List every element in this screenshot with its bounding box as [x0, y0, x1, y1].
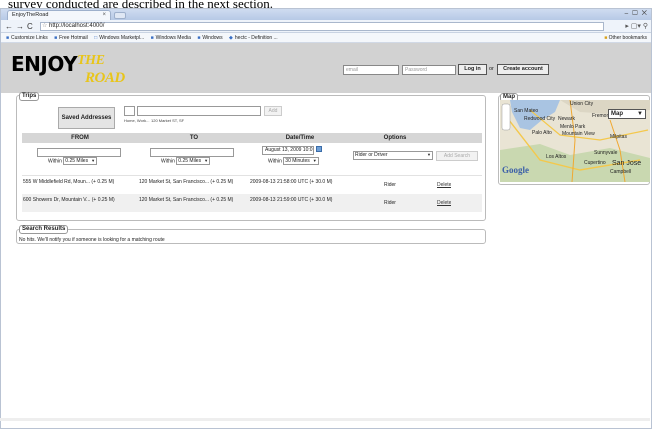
column-from: FROM [71, 135, 89, 141]
no-hits-message: No hits. We'll notify you if someone is … [19, 237, 165, 243]
map-label: Cupertino [584, 160, 606, 166]
tab-title: EnjoyTheRoad [12, 12, 49, 18]
login-button[interactable]: Log in [458, 64, 487, 75]
bookmark-item[interactable]: ■ Free Hotmail [54, 33, 88, 43]
bookmark-icon: ■ [150, 35, 154, 41]
map-label: Milpitas [610, 134, 627, 140]
map-label: Campbell [610, 169, 632, 175]
trip-column-header: FROM TO Date/Time Options [22, 133, 482, 143]
role-option: Rider or Driver [353, 151, 433, 160]
row-to: 120 Market St, San Francisco... (+ 0.25 … [139, 179, 234, 185]
email-field[interactable]: email [343, 65, 399, 75]
column-to: TO [189, 135, 199, 141]
map-type-select[interactable]: Map ▼ [608, 109, 646, 119]
to-radius: Within 0.25 Miles [161, 157, 211, 165]
table-row: 600 Showers Dr, Mountain V... (+ 0.25 M)… [22, 194, 482, 212]
map-label: Sunnyvale [594, 150, 618, 156]
bookmark-item[interactable]: □ Windows Marketpl... [94, 33, 144, 43]
add-search-button[interactable]: Add Search [436, 151, 478, 161]
bookmarks-bar: ■ Customize Links ■ Free Hotmail □ Windows … [1, 33, 651, 43]
nav-bar: ← → C ☆ http://localhost:4000/ ▸ ▢▾ ⚲ [1, 20, 651, 33]
logo[interactable]: ENJOYTHE ROAD [11, 53, 125, 86]
map-label: Newark [558, 116, 575, 122]
bookmark-icon: ◆ [229, 35, 233, 41]
forward-icon[interactable]: → [16, 22, 24, 31]
app-header: ENJOYTHE ROAD email Password Log in or Cr… [1, 43, 651, 93]
map-label: Redwood City [524, 116, 556, 122]
datetime-input[interactable]: August 13, 2009 10:0 [262, 146, 314, 155]
address-hint: 120 Market ST, SF [151, 118, 185, 123]
trips-legend: Trips [19, 92, 40, 101]
bookmark-item[interactable]: ■ Windows [197, 33, 222, 43]
row-role: Rider [384, 182, 396, 188]
google-logo: Google [502, 165, 529, 175]
window-controls[interactable]: ⎯ ▢ ✕ [625, 10, 648, 18]
map-label: San Jose [612, 160, 642, 167]
row-from: 555 W Middlefield Rd, Moun... (+ 0.25 M) [23, 179, 115, 185]
reload-icon[interactable]: C [27, 22, 33, 31]
browser-tab[interactable]: EnjoyTheRoad × [7, 10, 111, 20]
column-options: Options [383, 135, 407, 141]
from-input[interactable] [37, 148, 121, 157]
delete-link[interactable]: Delete [437, 200, 451, 206]
from-radius: Within 0.25 Miles [48, 157, 98, 165]
column-datetime: Date/Time [285, 135, 315, 141]
map-label: Menlo Park [560, 124, 586, 130]
row-datetime: 2009-08-13 21:59:00 UTC (+ 30.0 M) [250, 197, 333, 203]
or-text: or [489, 66, 494, 72]
back-icon[interactable]: ← [5, 22, 13, 31]
to-radius-select[interactable]: 0.25 Miles [176, 157, 211, 165]
address-input[interactable] [137, 106, 261, 116]
from-radius-select[interactable]: 0.25 Miles [63, 157, 98, 165]
bookmark-item[interactable]: ◆ hectc - Definition ... [229, 33, 278, 43]
calendar-icon[interactable] [316, 146, 322, 152]
map-label: Palo Alto [532, 130, 552, 136]
map-label: Los Altos [546, 154, 567, 160]
row-role: Rider [384, 200, 396, 206]
map-label: Mountain View [562, 131, 595, 137]
map-label: Union City [570, 101, 594, 107]
delete-link[interactable]: Delete [437, 182, 451, 188]
url-text: http://localhost:4000/ [49, 23, 105, 29]
table-row: 555 W Middlefield Rd, Moun... (+ 0.25 M)… [22, 175, 482, 193]
row-to: 120 Market St, San Francisco... (+ 0.25 … [139, 197, 234, 203]
address-name-input[interactable] [124, 106, 135, 116]
create-account-button[interactable]: Create account [497, 64, 549, 75]
saved-addresses-button[interactable]: Saved Addresses [58, 107, 115, 129]
footer [0, 418, 650, 421]
page-caption: survey conducted are described in the ne… [0, 0, 652, 8]
other-bookmarks[interactable]: ■ Other bookmarks [604, 33, 647, 43]
role-select[interactable]: Rider or Driver [353, 151, 433, 160]
map-label: San Mateo [514, 108, 539, 114]
time-window: Within 30 Minutes [268, 157, 319, 165]
row-datetime: 2009-08-13 21:58:00 UTC (+ 30.0 M) [250, 179, 333, 185]
chevron-down-icon: ▼ [637, 111, 643, 117]
bookmark-item[interactable]: ■ Customize Links [6, 33, 48, 43]
title-bar: EnjoyTheRoad × ⎯ ▢ ✕ [1, 9, 651, 20]
address-name-hint: Home, Work... [124, 118, 150, 123]
bookmark-icon: ■ [6, 35, 10, 41]
page-menu-icon[interactable]: ▸ ▢▾ ⚲ [625, 22, 648, 30]
bookmark-icon: ■ [54, 35, 58, 41]
bookmark-icon: ■ [197, 35, 201, 41]
to-input[interactable] [150, 148, 234, 157]
add-address-button[interactable]: Add [264, 106, 282, 116]
tab-close-icon[interactable]: × [102, 12, 106, 19]
url-bar[interactable]: ☆ http://localhost:4000/ [40, 22, 604, 31]
bookmark-star-icon[interactable]: ☆ [42, 23, 47, 30]
search-results-legend: Search Results [19, 225, 69, 234]
bookmark-icon: □ [94, 35, 98, 41]
password-field[interactable]: Password [402, 65, 456, 75]
time-window-select[interactable]: 30 Minutes [283, 157, 319, 165]
folder-icon: ■ [604, 35, 608, 41]
row-from: 600 Showers Dr, Mountain V... (+ 0.25 M) [23, 197, 115, 203]
new-tab-button[interactable] [114, 12, 126, 19]
bookmark-item[interactable]: ■ Windows Media [151, 33, 191, 43]
